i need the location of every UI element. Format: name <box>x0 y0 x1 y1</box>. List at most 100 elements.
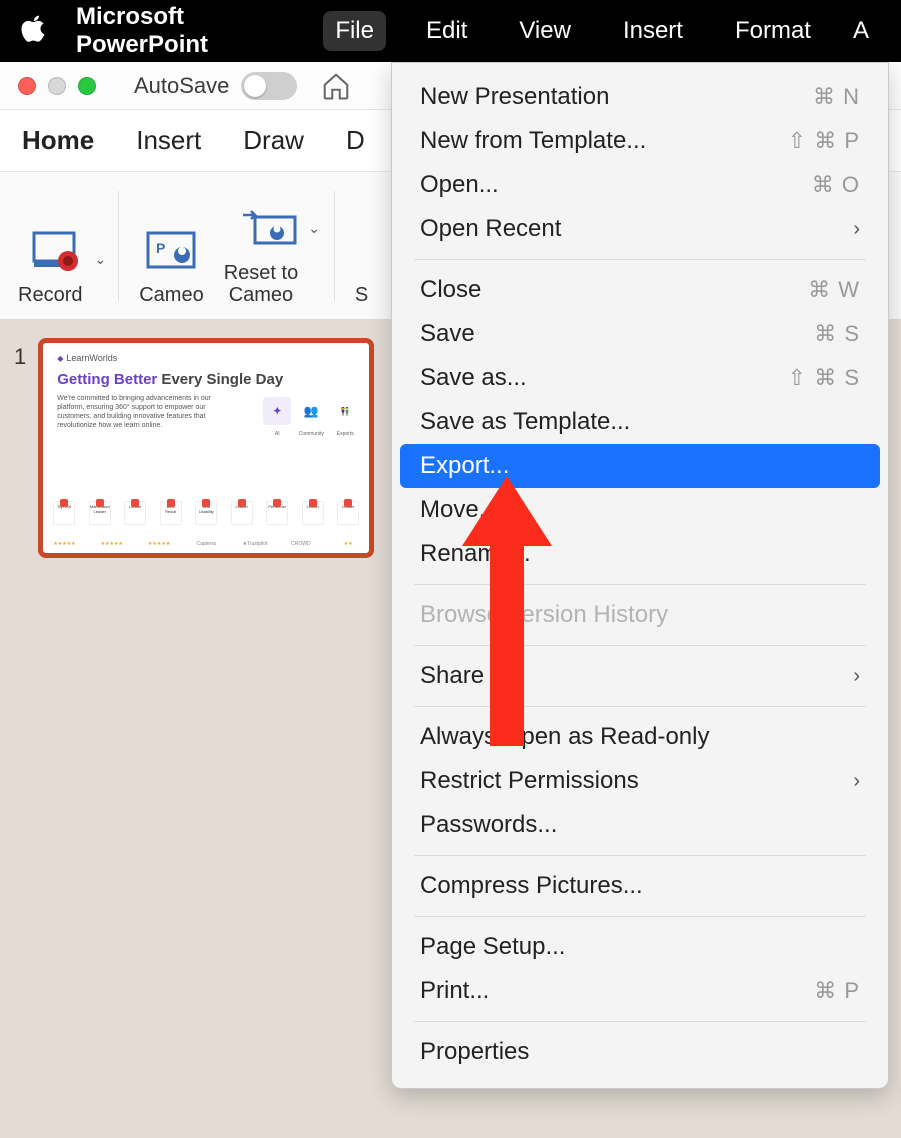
menu-item-label: Save as... <box>420 364 527 392</box>
tab-draw[interactable]: Draw <box>243 125 304 156</box>
menu-item-open[interactable]: Open... ⌘ O <box>400 163 880 207</box>
menu-item-move[interactable]: Move... <box>400 488 880 532</box>
menu-item-label: Passwords... <box>420 811 557 839</box>
menu-separator <box>414 706 866 707</box>
slide-body: We're committed to bringing advancements… <box>57 394 227 430</box>
slide-number: 1 <box>14 338 26 370</box>
home-icon[interactable] <box>321 71 351 101</box>
menu-item-new-presentation[interactable]: New Presentation ⌘ N <box>400 75 880 119</box>
cameo-icon: P <box>144 222 198 278</box>
menu-item-label: New from Template... <box>420 127 646 155</box>
record-label: Record <box>18 284 82 306</box>
menu-item-label: Rename... <box>420 540 531 568</box>
record-button[interactable]: Record ⌄ <box>18 186 98 306</box>
menu-item-close[interactable]: Close⌘ W <box>400 268 880 312</box>
cameo-button[interactable]: P Cameo <box>139 186 203 306</box>
menu-item-restrict-permissions[interactable]: Restrict Permissions › <box>400 759 880 803</box>
menubar-item-insert[interactable]: Insert <box>611 11 695 51</box>
menu-item-label: Open... <box>420 171 499 199</box>
menu-item-label: Save as Template... <box>420 408 630 436</box>
autosave-control: AutoSave <box>134 72 297 100</box>
menubar-item-truncated[interactable]: A <box>841 11 881 51</box>
menubar-item-file[interactable]: File <box>323 11 386 51</box>
tab-truncated[interactable]: D <box>346 125 365 156</box>
menu-item-label: Close <box>420 276 481 304</box>
menu-item-label: Move... <box>420 496 499 524</box>
menu-item-label: Save <box>420 320 475 348</box>
svg-text:P: P <box>156 240 165 256</box>
menu-shortcut: ⌘ S <box>814 321 860 347</box>
record-icon <box>28 222 88 278</box>
people-icon: 👥 <box>297 397 325 425</box>
menu-separator <box>414 1021 866 1022</box>
slide-mini-icons: ✦ 👥 👫 <box>263 397 359 425</box>
menu-item-export[interactable]: Export... <box>400 444 880 488</box>
menu-separator <box>414 916 866 917</box>
menu-separator <box>414 645 866 646</box>
menubar-app-name: Microsoft PowerPoint <box>76 3 295 59</box>
menubar-item-edit[interactable]: Edit <box>414 11 479 51</box>
file-menu-dropdown: New Presentation⌘ NNew from Template...⇧… <box>391 62 889 1089</box>
macos-menubar: Microsoft PowerPoint File Edit View Inse… <box>0 0 901 62</box>
minimize-window-button[interactable] <box>48 77 66 95</box>
tab-insert[interactable]: Insert <box>136 125 201 156</box>
menu-separator <box>414 259 866 260</box>
menu-item-compress-pictures[interactable]: Compress Pictures... <box>400 864 880 908</box>
slide-title: Getting Better Every Single Day <box>57 371 355 388</box>
menu-item-page-setup[interactable]: Page Setup... <box>400 925 880 969</box>
close-window-button[interactable] <box>18 77 36 95</box>
menu-item-print[interactable]: Print...⌘ P <box>400 969 880 1013</box>
menu-shortcut: ⇧ ⌘ S <box>788 365 860 391</box>
reset-to-cameo-button[interactable]: Reset toCameo ⌄ <box>224 186 314 306</box>
slide-rating-row: ★★★★★ ★★★★★ ★★★★★ Capterra ★Trustpilot C… <box>53 541 359 547</box>
menu-item-label: Restrict Permissions <box>420 767 639 795</box>
menu-item-passwords[interactable]: Passwords... <box>400 803 880 847</box>
menu-item-label: Browse Version History <box>420 601 668 629</box>
team-icon: 👫 <box>331 397 359 425</box>
ribbon-divider <box>118 191 119 301</box>
menu-item-label: Compress Pictures... <box>420 872 643 900</box>
menu-separator <box>414 584 866 585</box>
chevron-right-icon: › <box>853 218 860 241</box>
autosave-label: AutoSave <box>134 73 229 99</box>
tab-home[interactable]: Home <box>22 125 94 156</box>
chevron-down-icon: ⌄ <box>308 220 320 237</box>
menu-item-label: Open Recent <box>420 215 561 243</box>
autosave-toggle[interactable] <box>241 72 297 100</box>
menubar-item-view[interactable]: View <box>507 11 583 51</box>
menu-item-label: Page Setup... <box>420 933 565 961</box>
cameo-label: Cameo <box>139 284 203 306</box>
menu-item-new-from-template[interactable]: New from Template...⇧ ⌘ P <box>400 119 880 163</box>
apple-logo-icon[interactable] <box>20 14 48 49</box>
menu-item-label: Always Open as Read-only <box>420 723 709 751</box>
reset-cameo-icon <box>237 200 301 256</box>
menu-item-save-as[interactable]: Save as... ⇧ ⌘ S <box>400 356 880 400</box>
menu-separator <box>414 855 866 856</box>
menu-item-label: Properties <box>420 1038 529 1066</box>
ribbon-partial-button[interactable]: S <box>355 186 368 306</box>
maximize-window-button[interactable] <box>78 77 96 95</box>
menu-item-label: New Presentation <box>420 83 609 111</box>
chevron-down-icon: ⌄ <box>94 251 106 268</box>
chevron-right-icon: › <box>853 770 860 793</box>
menu-item-label: Share <box>420 662 484 690</box>
menu-item-open-recent[interactable]: Open Recent › <box>400 207 880 251</box>
menu-shortcut: ⌘ O <box>812 172 860 198</box>
menu-item-rename[interactable]: Rename... <box>400 532 880 576</box>
slide-brand: LearnWorlds <box>57 353 355 363</box>
slide-thumbnail-1[interactable]: LearnWorlds Getting Better Every Single … <box>38 338 374 558</box>
slide-mini-labels: AI Community Experts <box>263 431 359 437</box>
chevron-right-icon: › <box>853 665 860 688</box>
menu-shortcut: ⌘ N <box>813 84 860 110</box>
traffic-lights <box>18 77 96 95</box>
menubar-item-format[interactable]: Format <box>723 11 823 51</box>
menu-item-browse-version-history: Browse Version History <box>400 593 880 637</box>
menu-item-save[interactable]: Save ⌘ S <box>400 312 880 356</box>
menu-item-always-open-as-read-only[interactable]: Always Open as Read-only <box>400 715 880 759</box>
menu-item-share[interactable]: Share › <box>400 654 880 698</box>
menu-item-save-as-template[interactable]: Save as Template... <box>400 400 880 444</box>
reset-to-cameo-label: Reset toCameo <box>224 262 298 306</box>
menu-item-properties[interactable]: Properties <box>400 1030 880 1074</box>
menu-item-label: Print... <box>420 977 489 1005</box>
slide-badge-row: Top 100 Momentum Leader Leader Best Resu… <box>53 501 359 525</box>
